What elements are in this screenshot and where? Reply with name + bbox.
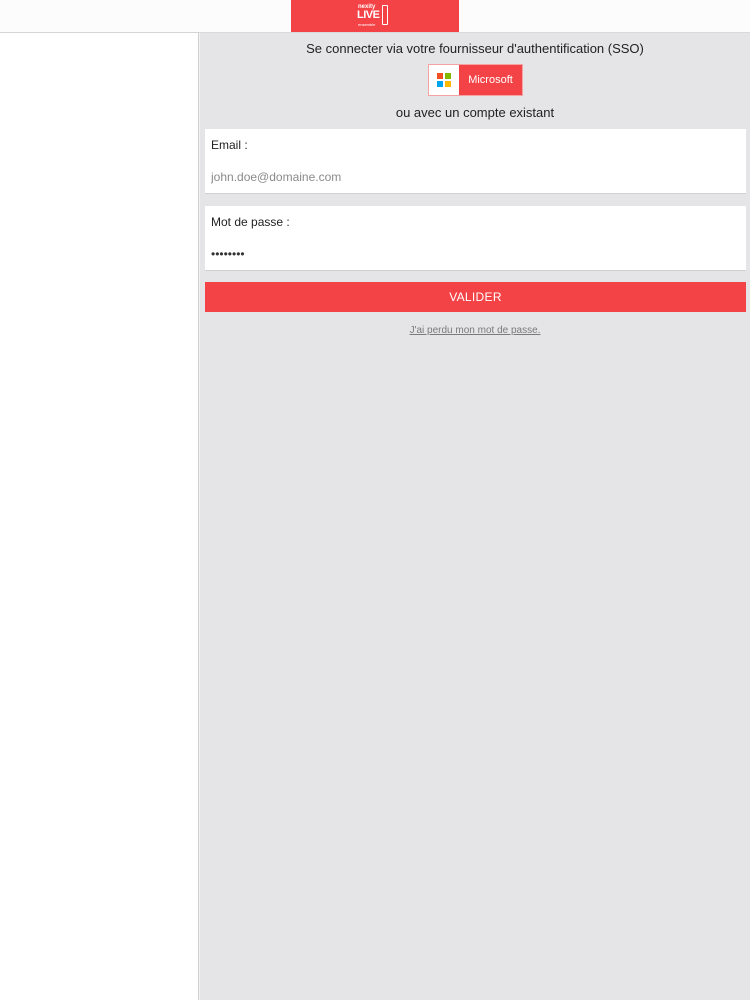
password-label: Mot de passe : xyxy=(211,215,290,229)
email-field: Email : xyxy=(205,129,746,194)
password-field: Mot de passe : xyxy=(205,206,746,271)
forgot-password-link[interactable]: J'ai perdu mon mot de passe. xyxy=(200,325,750,336)
alternative-login-text: ou avec un compte existant xyxy=(395,105,555,120)
microsoft-logo-green xyxy=(445,73,451,79)
logo-mark-icon xyxy=(382,5,388,25)
app-logo: nexity LIVE ensemble xyxy=(291,0,459,32)
password-input[interactable] xyxy=(211,244,731,264)
microsoft-logo-yellow xyxy=(445,81,451,87)
microsoft-logo-blue xyxy=(437,81,443,87)
sso-title: Se connecter via votre fournisseur d'aut… xyxy=(306,41,644,56)
microsoft-sso-button[interactable]: Microsoft xyxy=(428,64,523,96)
logo-line-2: LIVE xyxy=(357,9,380,21)
logo-line-3: ensemble xyxy=(358,22,376,27)
microsoft-logo-icon xyxy=(437,73,451,87)
email-input[interactable] xyxy=(211,167,731,187)
microsoft-logo-red xyxy=(437,73,443,79)
login-panel: Se connecter via votre fournisseur d'aut… xyxy=(200,33,750,1000)
submit-button[interactable]: VALIDER xyxy=(205,282,746,312)
email-label: Email : xyxy=(211,138,248,152)
top-bar: nexity LIVE ensemble xyxy=(0,0,750,33)
nexity-live-logo: nexity LIVE ensemble xyxy=(357,2,393,30)
sidebar xyxy=(0,33,199,1000)
microsoft-button-label: Microsoft xyxy=(468,74,513,86)
microsoft-icon-box xyxy=(429,65,459,95)
